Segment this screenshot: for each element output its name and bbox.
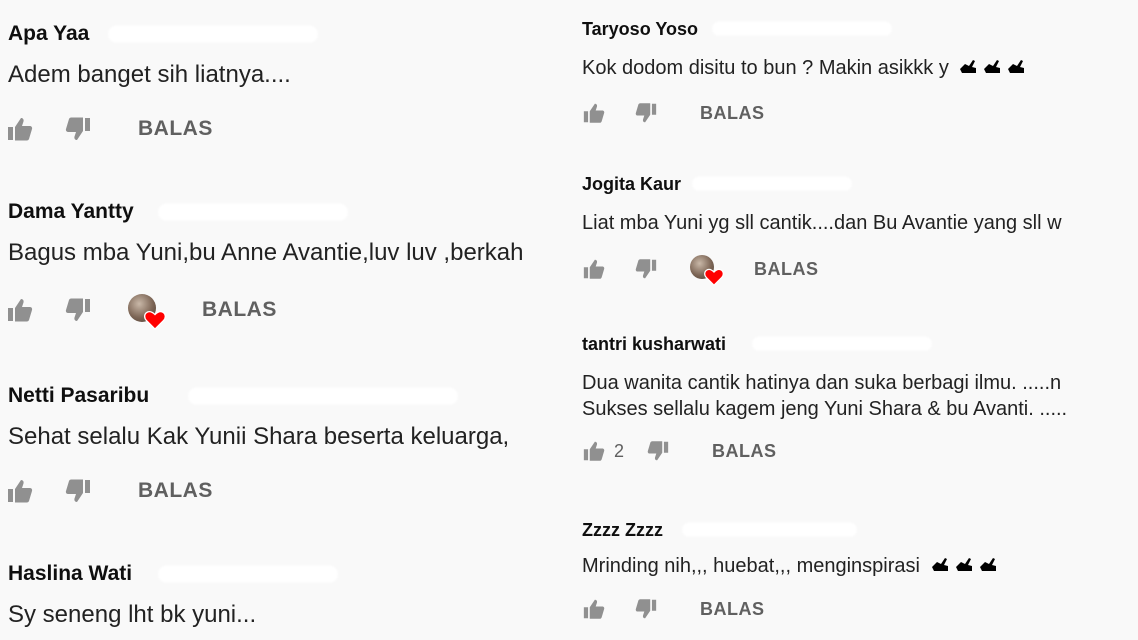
comment-item: Netti Pasaribu Sehat selalu Kak Yunii Sh…	[0, 382, 572, 503]
author-name[interactable]: Dama Yantty	[8, 200, 134, 223]
timestamp-blur	[158, 203, 348, 221]
comment-text: Liat mba Yuni yg sll cantik....dan Bu Av…	[582, 212, 1062, 234]
comment-item: Haslina Wati Sy seneng lht bk yuni...	[0, 560, 572, 628]
comment-toolbar: BALAS	[6, 478, 572, 504]
comment-item: Dama Yantty Bagus mba Yuni,bu Anne Avant…	[0, 198, 572, 330]
comment-toolbar: 2 BALAS	[582, 440, 1138, 462]
thumbs-down-icon	[647, 441, 669, 461]
comment-item: Taryoso Yoso Kok dodom disitu to bun ? M…	[582, 17, 1138, 123]
reply-button[interactable]: BALAS	[712, 441, 777, 462]
comment-author[interactable]: Dama Yantty	[8, 198, 572, 226]
author-name[interactable]: Zzzz Zzzz	[582, 520, 663, 540]
comment-text-line: Sukses sellalu kagem jeng Yuni Shara & b…	[582, 398, 1068, 420]
author-name[interactable]: Haslina Wati	[8, 562, 132, 585]
author-name[interactable]: Taryoso Yoso	[582, 19, 698, 39]
comment-text: Sehat selalu Kak Yunii Shara beserta kel…	[8, 423, 510, 450]
thumbs-up-icon	[8, 299, 33, 322]
comment-toolbar: BALAS	[6, 294, 572, 330]
comment-text: Bagus mba Yuni,bu Anne Avantie,luv luv ,…	[8, 239, 524, 266]
comments-column-right: Taryoso Yoso Kok dodom disitu to bun ? M…	[582, 0, 1138, 640]
like-button[interactable]	[6, 478, 34, 504]
thumbs-up-icon	[583, 103, 605, 123]
dislike-button[interactable]	[64, 116, 92, 142]
comment-item: Jogita Kaur Liat mba Yuni yg sll cantik.…	[582, 172, 1138, 286]
reply-button[interactable]: BALAS	[138, 117, 213, 141]
heart-icon	[704, 268, 724, 286]
comment-text-content: Mrinding nih,,, huebat,,, menginspirasi	[582, 555, 920, 577]
comment-item: Zzzz Zzzz Mrinding nih,,, huebat,,, meng…	[582, 518, 1138, 619]
reply-button[interactable]: BALAS	[754, 259, 819, 280]
comments-column-left: Apa Yaa Adem banget sih liatnya.... BALA…	[0, 0, 572, 640]
dislike-button[interactable]	[634, 598, 658, 620]
comment-text: Sy seneng lht bk yuni...	[8, 601, 257, 628]
comment-author[interactable]: Taryoso Yoso	[582, 17, 1138, 41]
comment-author[interactable]: Haslina Wati	[8, 560, 572, 588]
thumbs-down-icon	[65, 479, 90, 502]
author-name[interactable]: tantri kusharwati	[582, 334, 726, 354]
like-button[interactable]	[582, 598, 606, 620]
reply-button[interactable]: BALAS	[700, 599, 765, 620]
creator-heart-badge	[128, 294, 166, 330]
comment-text-line: Dua wanita cantik hatinya dan suka berba…	[582, 372, 1062, 394]
like-button[interactable]	[582, 440, 606, 462]
thumbs-up-icon	[583, 599, 605, 619]
author-name[interactable]: Jogita Kaur	[582, 174, 681, 194]
reply-button[interactable]: BALAS	[700, 103, 765, 124]
dislike-button[interactable]	[64, 297, 92, 323]
timestamp-blur	[712, 21, 892, 37]
timestamp-blur	[752, 336, 932, 352]
dislike-button[interactable]	[646, 440, 670, 462]
reply-button[interactable]: BALAS	[138, 479, 213, 503]
comment-text: Kok dodom disitu to bun ? Makin asikkk y	[582, 54, 1138, 82]
like-button[interactable]	[6, 297, 34, 323]
reply-button[interactable]: BALAS	[202, 298, 277, 322]
comment-author[interactable]: Apa Yaa	[8, 20, 572, 48]
comment-toolbar: BALAS	[582, 255, 1138, 286]
heart-icon	[144, 310, 166, 330]
timestamp-blur	[188, 387, 458, 405]
comment-author[interactable]: tantri kusharwati	[582, 332, 1138, 356]
comment-toolbar: BALAS	[6, 116, 572, 142]
dislike-button[interactable]	[64, 478, 92, 504]
like-button[interactable]	[582, 258, 606, 280]
timestamp-blur	[108, 25, 318, 43]
comment-text: Adem banget sih liatnya....	[8, 61, 291, 88]
timestamp-blur	[692, 176, 852, 192]
comment-author[interactable]: Netti Pasaribu	[8, 382, 572, 410]
comment-toolbar: BALAS	[582, 598, 1138, 620]
comment-item: Apa Yaa Adem banget sih liatnya.... BALA…	[0, 20, 572, 141]
thumbs-down-icon	[65, 298, 90, 321]
dislike-button[interactable]	[634, 258, 658, 280]
author-name[interactable]: Apa Yaa	[8, 22, 89, 45]
like-button[interactable]	[582, 102, 606, 124]
pointing-hand-icon	[958, 55, 1028, 83]
thumbs-up-icon	[583, 441, 605, 461]
comment-text: Mrinding nih,,, huebat,,, menginspirasi	[582, 552, 1138, 580]
timestamp-blur	[682, 522, 857, 538]
thumbs-down-icon	[65, 117, 90, 140]
comment-item: tantri kusharwati Dua wanita cantik hati…	[582, 332, 1138, 461]
thumbs-up-icon	[583, 259, 605, 279]
comment-author[interactable]: Zzzz Zzzz	[582, 518, 1138, 542]
thumbs-down-icon	[635, 103, 657, 123]
pointing-hand-icon	[930, 553, 1000, 581]
comment-text-content: Kok dodom disitu to bun ? Makin asikkk y	[582, 57, 949, 79]
thumbs-up-icon	[8, 118, 33, 141]
like-count: 2	[614, 440, 625, 461]
thumbs-down-icon	[635, 599, 657, 619]
like-button[interactable]	[6, 116, 34, 142]
dislike-button[interactable]	[634, 102, 658, 124]
timestamp-blur	[158, 565, 338, 583]
comment-toolbar: BALAS	[582, 102, 1138, 124]
comment-author[interactable]: Jogita Kaur	[582, 172, 1138, 196]
author-name[interactable]: Netti Pasaribu	[8, 384, 149, 407]
thumbs-up-icon	[8, 480, 33, 503]
creator-heart-badge	[690, 255, 724, 286]
thumbs-down-icon	[635, 259, 657, 279]
